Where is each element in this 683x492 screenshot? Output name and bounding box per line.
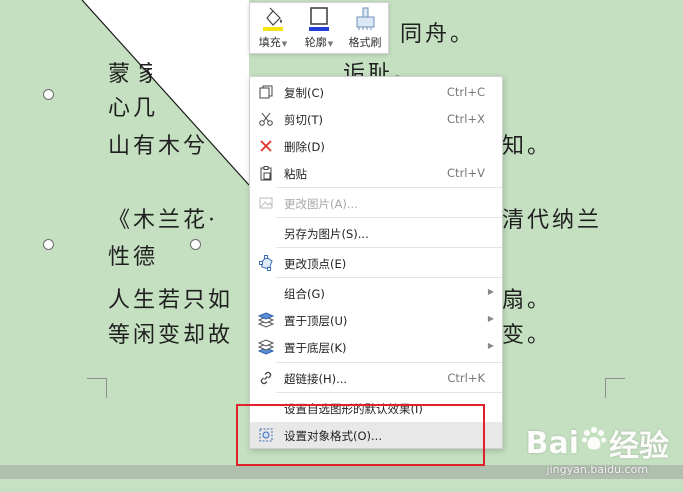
submenu-arrow-icon: ▶ <box>487 341 494 350</box>
paw-icon <box>581 425 607 461</box>
fill-button[interactable]: 填充▼ <box>250 6 296 52</box>
menu-item-cut[interactable]: 剪切(T) Ctrl+X <box>250 106 502 132</box>
outline-button[interactable]: 轮廓▼ <box>296 6 342 52</box>
resize-handle-left-middle[interactable] <box>43 239 54 250</box>
hyperlink-icon <box>258 370 274 386</box>
watermark-logo: Bai 经验 <box>525 425 669 465</box>
menu-item-copy[interactable]: 复制(C) Ctrl+C <box>250 79 502 105</box>
poem-line2-partial: 家 <box>138 56 166 84</box>
format-painter-icon <box>356 7 375 30</box>
menu-separator <box>276 187 502 188</box>
bring-to-front-icon <box>258 312 274 328</box>
poem-line7-tail: 扇。 <box>502 288 553 313</box>
poem-line5-tail: 清代纳兰 <box>502 208 603 233</box>
menu-item-edit-points[interactable]: 更改顶点(E) <box>250 250 502 276</box>
highlight-annotation-box <box>236 404 485 466</box>
poem-line4-head: 山有木兮 <box>108 134 209 159</box>
next-page-top <box>0 479 683 492</box>
menu-separator <box>276 247 502 248</box>
resize-handle-left-top[interactable] <box>43 89 54 100</box>
send-to-back-icon <box>258 339 274 355</box>
menu-separator <box>276 362 502 363</box>
poem-line7-head: 人生若只如 <box>108 288 234 313</box>
poem-line5-head: 《木兰花· <box>108 208 218 233</box>
resize-handle-center[interactable] <box>190 239 201 250</box>
poem-line2-head: 蒙 <box>108 62 134 87</box>
fill-bucket-icon <box>263 7 283 31</box>
copy-icon <box>258 84 274 100</box>
menu-item-change-picture[interactable]: 更改图片(A)... <box>250 190 502 216</box>
edit-points-icon <box>258 255 274 271</box>
delete-x-icon <box>258 138 274 154</box>
poem-line1-tail: 同舟。 <box>400 22 476 47</box>
menu-separator <box>276 277 502 278</box>
poem-line8-head: 等闲变却故 <box>108 323 234 348</box>
menu-item-hyperlink[interactable]: 超链接(H)... Ctrl+K <box>250 365 502 391</box>
menu-item-group[interactable]: 组合(G) ▶ <box>250 280 502 306</box>
change-picture-icon <box>258 195 274 211</box>
menu-item-paste[interactable]: 粘贴 Ctrl+V <box>250 160 502 186</box>
submenu-arrow-icon: ▶ <box>487 314 494 323</box>
poem-line4-tail: 知。 <box>502 134 553 159</box>
shape-mini-toolbar: 填充▼ 轮廓▼ 格式刷 <box>249 2 389 54</box>
paste-icon <box>258 165 274 181</box>
submenu-arrow-icon: ▶ <box>487 287 494 296</box>
page-corner-mark-left <box>87 378 107 398</box>
outline-icon <box>309 7 329 31</box>
menu-item-send-to-back[interactable]: 置于底层(K) ▶ <box>250 334 502 360</box>
menu-item-bring-to-front[interactable]: 置于顶层(U) ▶ <box>250 307 502 333</box>
page-corner-mark-right <box>605 378 625 398</box>
menu-separator <box>276 392 502 393</box>
menu-separator <box>276 217 502 218</box>
menu-item-save-as-picture[interactable]: 另存为图片(S)... <box>250 220 502 246</box>
menu-item-delete[interactable]: 删除(D) <box>250 133 502 159</box>
poem-line8-tail: 变。 <box>502 323 553 348</box>
scissors-icon <box>258 111 274 127</box>
format-painter-button[interactable]: 格式刷 <box>342 6 388 52</box>
baidu-jingyan-watermark: Bai 经验 jingyan.baidu.com <box>525 421 669 477</box>
poem-line6: 性德 <box>108 245 159 270</box>
context-menu: 复制(C) Ctrl+C 剪切(T) Ctrl+X 删除(D) 粘贴 Ctrl+… <box>249 76 503 449</box>
poem-line3-head: 心几 <box>108 96 159 121</box>
